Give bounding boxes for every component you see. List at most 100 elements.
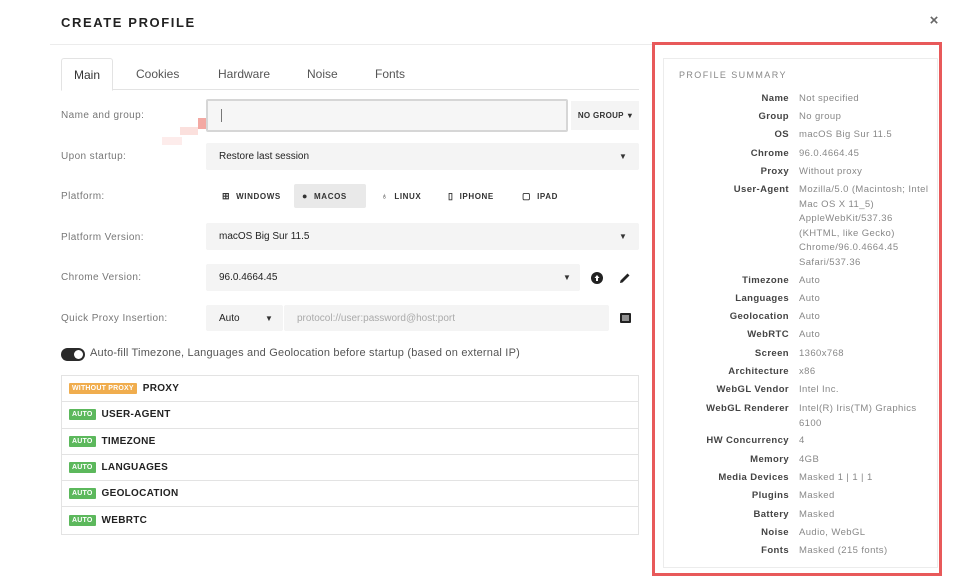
summary-value: Not specified [799,93,860,104]
text-cursor [221,109,222,122]
pencil-icon[interactable] [617,270,633,286]
close-icon[interactable]: × [926,13,942,29]
summary-value: x86 [799,366,816,377]
summary-key: WebGL Vendor [716,384,789,395]
list-item[interactable]: AUTO LANGUAGES [62,455,638,482]
tab-hardware[interactable]: Hardware [206,58,282,90]
tab-main[interactable]: Main [61,58,114,91]
summary-value: Auto [799,329,821,340]
summary-key: WebGL Renderer [706,403,789,414]
summary-title: PROFILE SUMMARY [679,70,787,80]
upload-icon[interactable] [589,270,605,286]
summary-key: Architecture [728,366,789,377]
summary-value: Masked 1 | 1 | 1 [799,472,873,483]
summary-key: Fonts [761,545,789,556]
summary-key: Battery [753,509,789,520]
summary-key: Chrome [750,148,789,159]
summary-key: Group [758,111,789,122]
proxy-label: Quick Proxy Insertion: [61,313,168,324]
setting-name: LANGUAGES [101,462,169,474]
summary-key: OS [774,129,789,140]
platform-label-ipad: IPAD [537,191,559,201]
status-badge: AUTO [69,462,96,474]
tab-cookies[interactable]: Cookies [124,58,191,90]
list-item[interactable]: AUTO GEOLOCATION [62,481,638,508]
summary-value: Auto [799,311,821,322]
summary-value: 4GB [799,454,820,465]
platform-label: Platform: [61,191,105,202]
autofill-toggle[interactable] [61,348,85,361]
startup-label: Upon startup: [61,151,127,162]
summary-key: Plugins [751,490,789,501]
summary-value: 4 [799,435,805,446]
summary-value: Without proxy [799,166,863,177]
platform-version-select[interactable]: macOS Big Sur 11.5 ▼ [206,223,639,250]
linux-icon: ♁ [381,191,389,201]
list-item[interactable]: AUTO WEBRTC [62,507,638,533]
platform-macos-button[interactable]: ● MACOS [294,184,366,208]
summary-key: User-Agent [733,184,789,195]
setting-name: PROXY [142,383,180,395]
summary-value: Intel Inc. [799,384,839,395]
summary-value: Auto [799,275,821,286]
chrome-version-label: Chrome Version: [61,272,142,283]
caret-down-icon: ▼ [619,232,627,241]
platform-windows-button[interactable]: ⊞ WINDOWS [214,184,289,208]
platform-label-windows: WINDOWS [236,191,281,201]
caret-down-icon: ▾ [627,111,633,120]
summary-key: Memory [750,454,789,465]
summary-value: 1360x768 [799,348,844,359]
group-dropdown-button[interactable]: NO GROUP ▾ [571,101,639,130]
proxy-placeholder: protocol://user:password@host:port [297,312,456,324]
setting-name: TIMEZONE [101,435,156,447]
status-badge: AUTO [69,515,96,527]
summary-value: 96.0.4664.45 [799,148,860,159]
platform-version-value: macOS Big Sur 11.5 [219,231,310,242]
decor-block [162,137,182,145]
list-item[interactable]: AUTO TIMEZONE [62,429,638,455]
platform-ipad-button[interactable]: ▢ IPAD [514,184,566,208]
chrome-version-select[interactable]: 96.0.4664.45 ▼ [206,264,580,291]
apple-icon: ● [302,191,309,201]
summary-key: Name [761,93,789,104]
summary-value: macOS Big Sur 11.5 [799,129,893,140]
setting-name: WEBRTC [101,515,148,527]
summary-key: Media Devices [718,472,789,483]
auto-settings-list: WITHOUT PROXY PROXY AUTO USER-AGENT AUTO… [61,375,639,535]
tab-fonts[interactable]: Fonts [363,58,417,90]
summary-key: WebRTC [747,329,789,340]
list-icon[interactable] [617,310,633,326]
list-item[interactable]: WITHOUT PROXY PROXY [62,376,638,403]
summary-value: Masked [799,509,835,520]
autofill-label: Auto-fill Timezone, Languages and Geoloc… [90,347,520,359]
summary-value: Auto [799,293,821,304]
tablet-icon: ▢ [522,190,532,201]
proxy-mode-value: Auto [219,312,240,324]
startup-select[interactable]: Restore last session ▼ [206,143,639,170]
platform-version-label: Platform Version: [61,232,144,243]
toggle-knob [74,350,83,359]
summary-value: Intel(R) Iris(TM) Graphics 6100 [799,403,917,429]
group-button-label: NO GROUP [577,111,624,120]
caret-down-icon: ▼ [563,273,571,282]
summary-value: Audio, WebGL [799,527,866,538]
platform-linux-button[interactable]: ♁ LINUX [373,184,429,208]
windows-icon: ⊞ [222,190,231,201]
tab-bar: Main Cookies Hardware Noise Fonts [61,58,639,91]
tab-noise[interactable]: Noise [295,58,350,90]
profile-name-input[interactable] [206,99,568,132]
proxy-string-input[interactable]: protocol://user:password@host:port [284,305,609,331]
proxy-mode-select[interactable]: Auto ▼ [206,305,283,331]
setting-name: USER-AGENT [101,409,171,421]
status-badge: WITHOUT PROXY [69,383,137,395]
platform-iphone-button[interactable]: ▯ IPHONE [440,184,502,208]
summary-key: Languages [735,293,789,304]
summary-value: No group [799,111,842,122]
summary-value: Mozilla/5.0 (Macintosh; Intel Mac OS X 1… [799,184,929,268]
decor-block [180,127,198,135]
summary-value: Masked (215 fonts) [799,545,888,556]
list-item[interactable]: AUTO USER-AGENT [62,402,638,429]
summary-key: Screen [754,348,789,359]
platform-label-macos: MACOS [314,191,347,201]
summary-value: Masked [799,490,835,501]
